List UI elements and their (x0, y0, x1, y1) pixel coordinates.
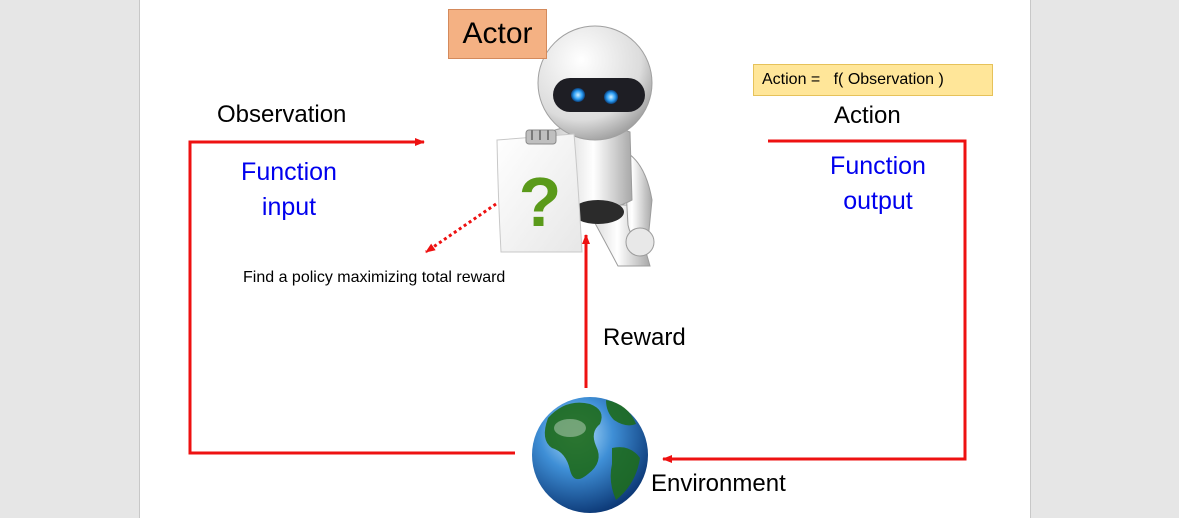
diagram-graphics: ? (188, 25, 967, 513)
reward-label: Reward (603, 324, 686, 351)
formula-box: Action = f( Observation ) (753, 64, 993, 96)
actor-label-box: Actor (448, 9, 547, 59)
policy-note: Find a policy maximizing total reward (243, 269, 506, 286)
function-output-line2: output (843, 187, 913, 215)
function-input-line1: Function (241, 158, 337, 186)
actor-label: Actor (462, 17, 533, 50)
function-output-line1: Function (830, 152, 926, 180)
question-mark-glyph: ? (519, 163, 562, 241)
question-sign-icon: ? (496, 129, 583, 253)
action-label: Action (834, 102, 901, 129)
policy-dotted-arrow (425, 202, 497, 254)
function-input-line2: input (261, 193, 317, 221)
observation-label: Observation (217, 101, 347, 128)
formula-text: Action = f( Observation ) (762, 71, 944, 88)
environment-label: Environment (651, 470, 786, 497)
globe-icon (532, 397, 648, 513)
observation-arrow (188, 138, 515, 455)
